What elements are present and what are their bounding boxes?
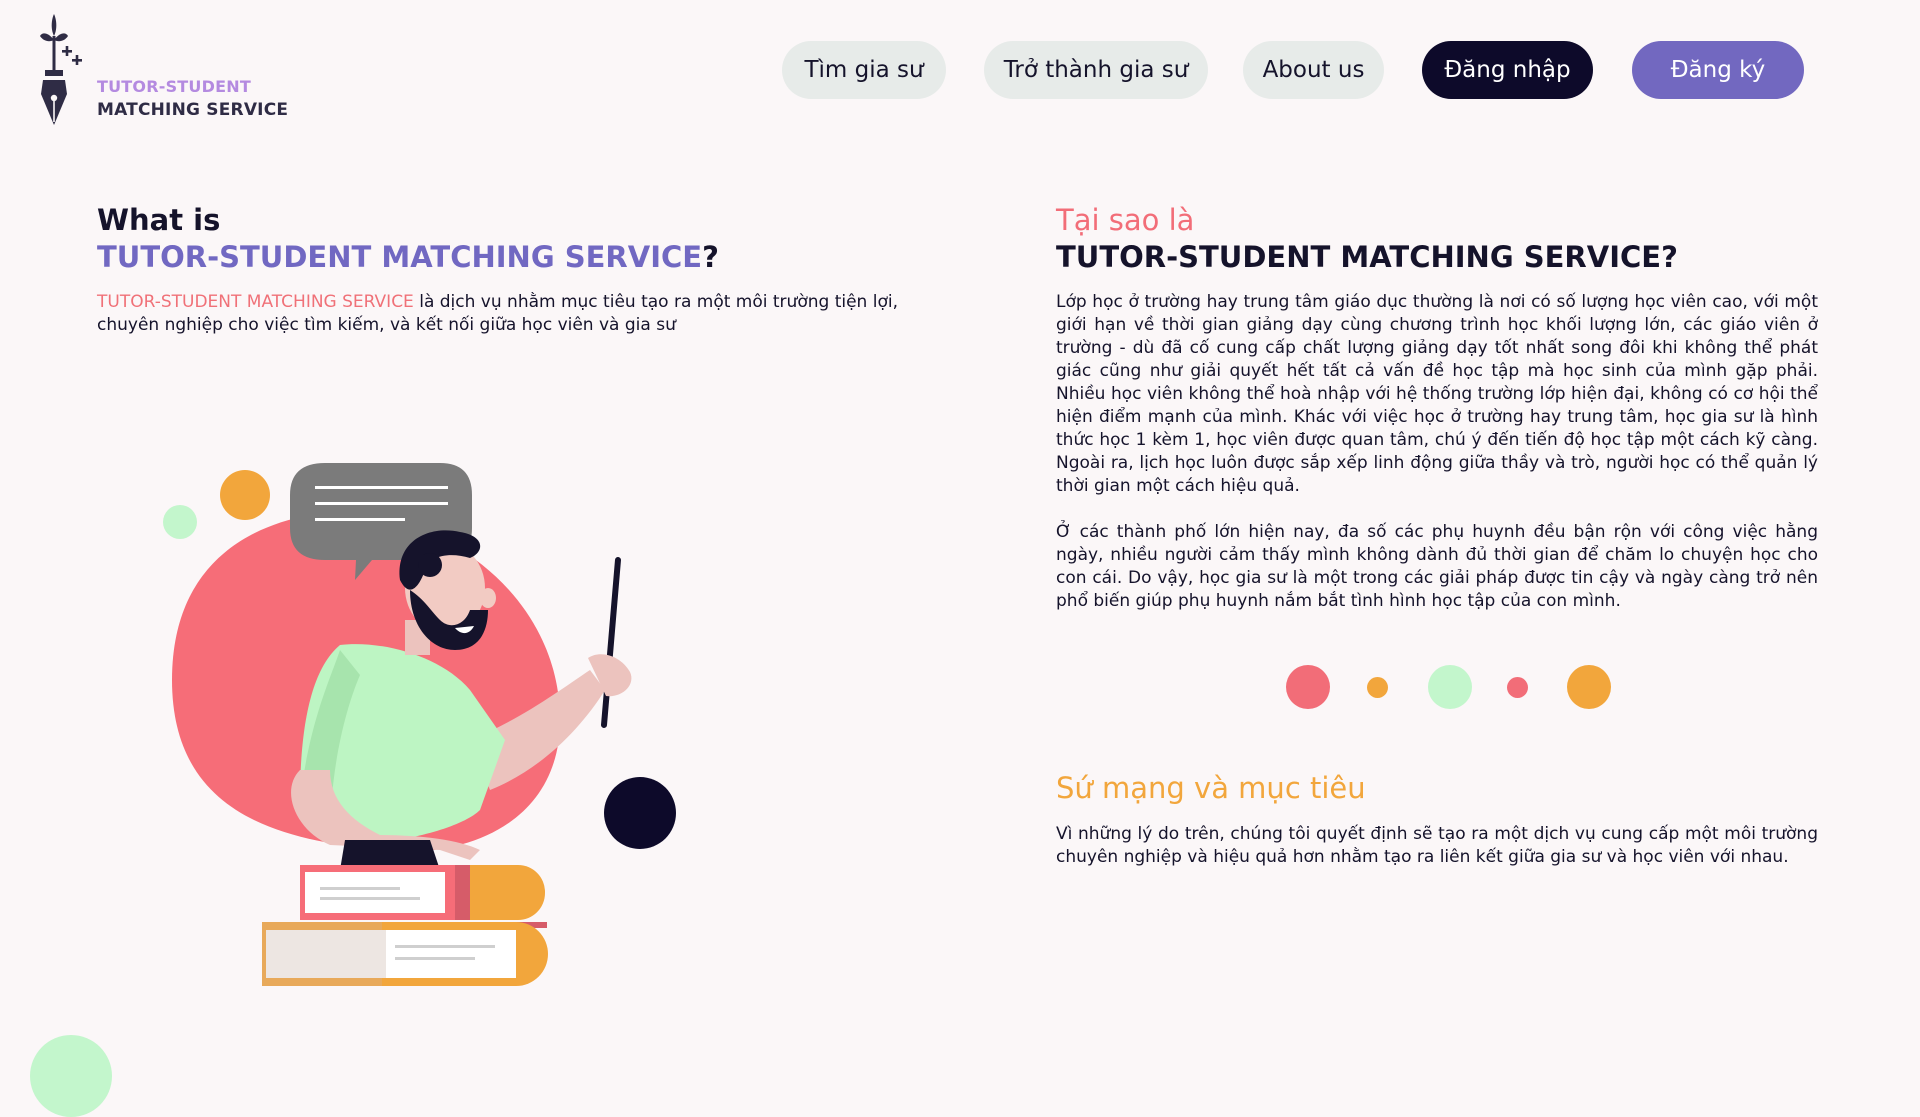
why-paragraph-1: Lớp học ở trường hay trung tâm giáo dục … [1056,292,1818,496]
what-is-heading: What is [97,203,221,237]
mint-dot [1428,665,1472,709]
navy-dot-decor [604,777,676,849]
what-is-service-name: TUTOR-STUDENT MATCHING SERVICE? [97,240,719,274]
orange-dot-decor [220,470,270,520]
mission-body: Vì những lý do trên, chúng tôi quyết địn… [1056,824,1818,867]
register-button[interactable]: Đăng ký [1632,41,1804,99]
dots-divider [1280,662,1620,714]
coral-dot [1286,665,1330,709]
orange-small-dot [1367,677,1388,698]
why-body: Lớp học ở trường hay trung tâm giáo dục … [1056,291,1818,636]
books-stack [262,865,548,986]
coral-small-dot [1507,677,1528,698]
pointer-stick [601,557,621,728]
service-name-accent: TUTOR-STUDENT MATCHING SERVICE [97,240,703,274]
about-us-button[interactable]: About us [1243,41,1384,99]
question-mark: ? [702,240,719,274]
what-is-description: TUTOR-STUDENT MATCHING SERVICE là dịch v… [97,291,927,337]
find-tutor-button[interactable]: Tìm gia sư [782,41,946,99]
orange-dot [1567,665,1611,709]
why-service-name: TUTOR-STUDENT MATCHING SERVICE? [1056,240,1678,274]
become-tutor-button[interactable]: Trở thành gia sư [984,41,1208,99]
main-nav: Tìm gia sư Trở thành gia sư About us Đăn… [0,41,1920,99]
mission-heading: Sứ mạng và mục tiêu [1056,771,1366,805]
why-heading: Tại sao là [1056,203,1195,237]
description-highlight: TUTOR-STUDENT MATCHING SERVICE [97,292,414,312]
login-button[interactable]: Đăng nhập [1422,41,1593,99]
mint-blob-decor [30,1035,112,1117]
why-paragraph-2: Ở các thành phố lớn hiện nay, đa số các … [1056,522,1818,611]
logo-text-bottom: MATCHING SERVICE [97,100,289,120]
mint-dot-decor [163,505,197,539]
teacher-illustration [163,463,676,986]
